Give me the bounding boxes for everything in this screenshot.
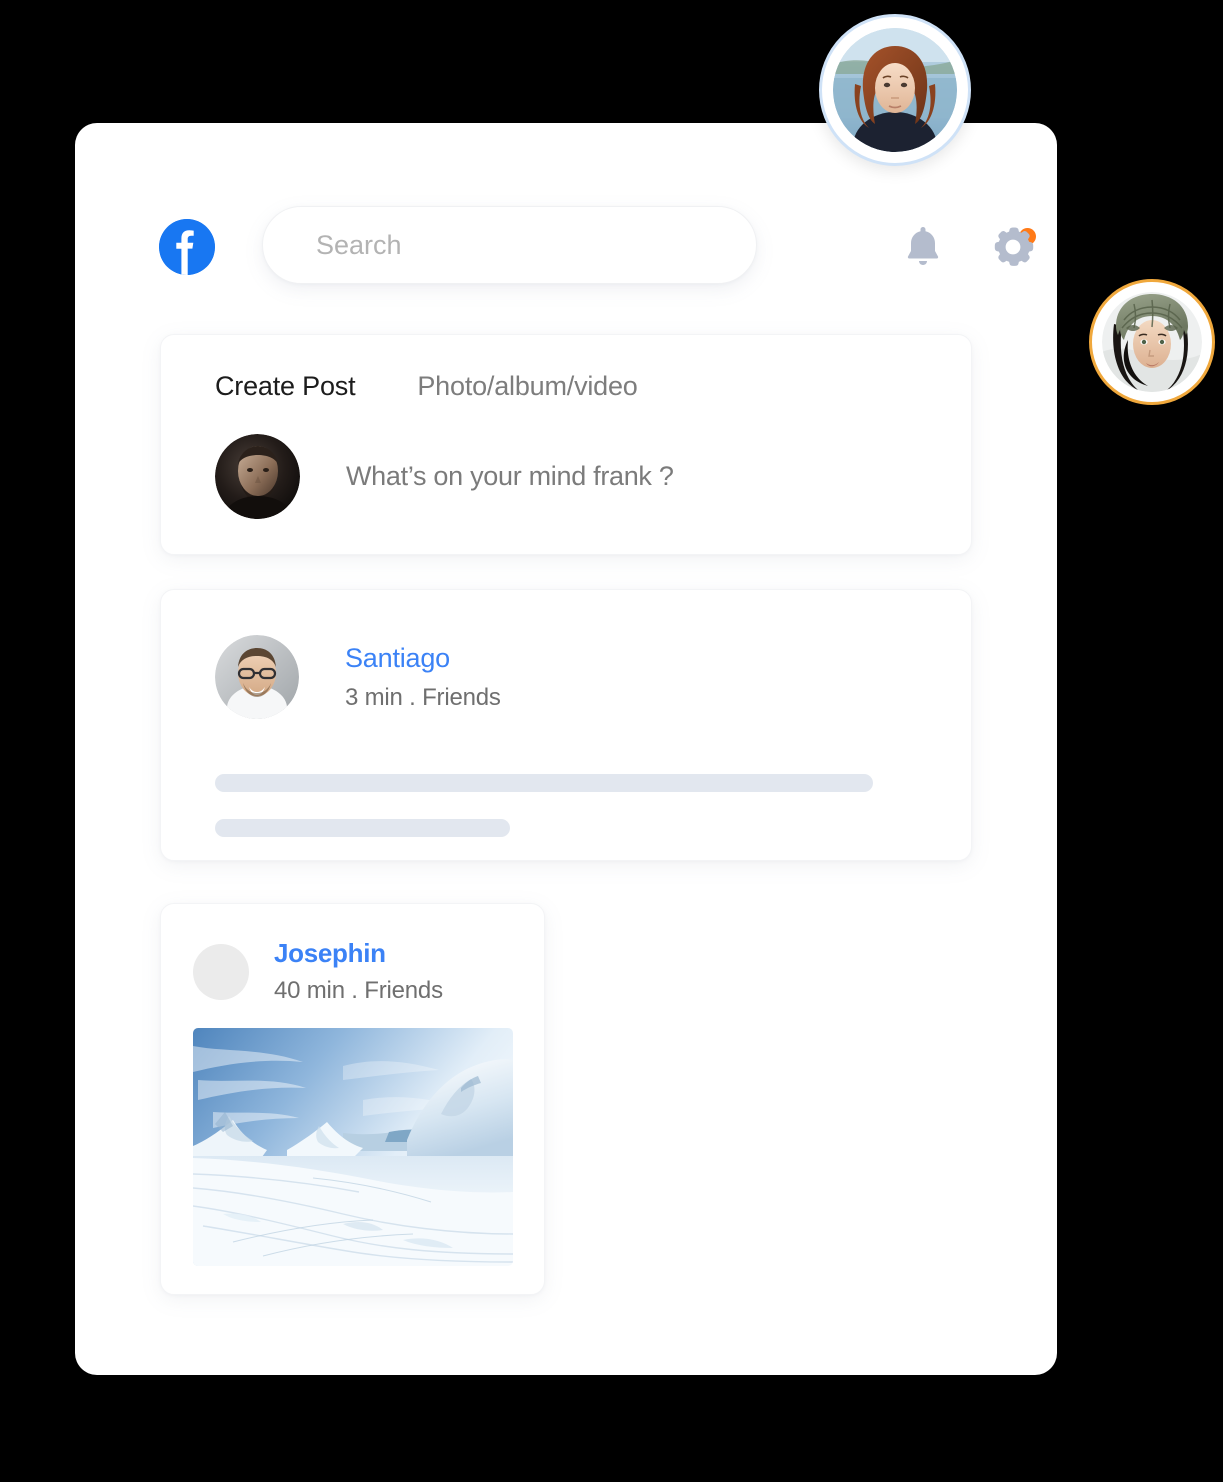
header-icon-group [815, 219, 1036, 279]
post-body-skeleton [215, 774, 873, 837]
bell-icon[interactable] [895, 219, 1036, 275]
post-header: Josephin 40 min . Friends [193, 938, 443, 1005]
user-avatar-woman-knit-hat [1102, 292, 1202, 392]
composer-row: What’s on your mind frank ? [215, 434, 674, 519]
search-field[interactable] [262, 206, 757, 284]
post-meta: Josephin 40 min . Friends [274, 938, 443, 1005]
create-post-tabs: Create Post Photo/album/video [215, 371, 638, 402]
user-avatar-woman-auburn-hair [833, 28, 957, 152]
post-header: Santiago 3 min . Friends [215, 635, 501, 719]
create-post-card: Create Post Photo/album/video What’s on … [160, 334, 972, 555]
user-avatar-man-glasses[interactable] [215, 635, 299, 719]
facebook-logo-icon[interactable] [159, 219, 215, 275]
floating-avatar-right-side[interactable] [1089, 279, 1215, 405]
snowy-mountain-landscape-photo[interactable] [193, 1028, 513, 1266]
tab-photo-album-video[interactable]: Photo/album/video [417, 371, 637, 402]
screenshot-stage: Create Post Photo/album/video [0, 0, 1223, 1482]
tab-create-post[interactable]: Create Post [215, 371, 356, 402]
post-meta: Santiago 3 min . Friends [345, 643, 501, 712]
composer-placeholder[interactable]: What’s on your mind frank ? [346, 461, 674, 492]
search-input[interactable] [316, 229, 696, 261]
skeleton-line [215, 774, 873, 792]
app-window: Create Post Photo/album/video [75, 123, 1057, 1375]
post-author-link[interactable]: Josephin [274, 938, 443, 969]
user-avatar-bearded-man[interactable] [215, 434, 300, 519]
post-timestamp-audience: 40 min . Friends [274, 977, 443, 1004]
post-card-josephin: Josephin 40 min . Friends [160, 903, 545, 1295]
user-avatar-placeholder[interactable] [193, 943, 249, 1000]
post-card-santiago: Santiago 3 min . Friends [160, 589, 972, 861]
skeleton-line [215, 819, 510, 837]
post-author-link[interactable]: Santiago [345, 643, 501, 674]
floating-avatar-top-right[interactable] [819, 14, 971, 166]
post-timestamp-audience: 3 min . Friends [345, 683, 501, 711]
gear-icon[interactable] [985, 219, 1041, 275]
